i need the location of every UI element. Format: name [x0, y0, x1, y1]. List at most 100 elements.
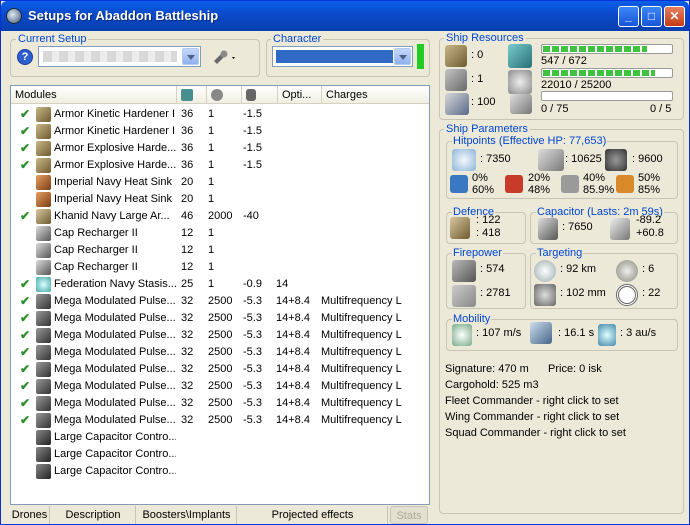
- checkmark-icon[interactable]: ✔: [20, 345, 30, 359]
- module-cpu: [181, 463, 207, 480]
- module-row[interactable]: ✔ Federation Navy Stasis... 25 1 -0.9 14: [11, 276, 429, 293]
- module-cpu: 32: [181, 329, 194, 341]
- module-row[interactable]: ✔ Khanid Navy Large Ar... 46 2000 -40: [11, 208, 429, 225]
- module-row[interactable]: ✔ Armor Explosive Harde... 36 1 -1.5: [11, 140, 429, 157]
- checkmark-icon[interactable]: ✔: [20, 379, 30, 393]
- checkmark-icon[interactable]: ✔: [20, 209, 30, 223]
- capacitor-delta-icon: [610, 218, 630, 240]
- explosive-resist-icon: [616, 175, 634, 193]
- module-row[interactable]: ✔ Armor Explosive Harde... 36 1 -1.5: [11, 157, 429, 174]
- checkmark-icon[interactable]: ✔: [20, 158, 30, 172]
- capacitor-amount: : 7650: [562, 221, 593, 233]
- hardener-icon: [36, 124, 51, 139]
- module-charges: Multifrequency L: [321, 295, 402, 307]
- column-optimal[interactable]: Opti...: [278, 86, 322, 104]
- align-time-value: : 16.1 s: [558, 327, 595, 339]
- module-row[interactable]: ✔ Mega Modulated Pulse... 32 2500 -5.3 14+8.4…: [11, 310, 429, 327]
- module-row[interactable]: ✔ Mega Modulated Pulse... 32 2500 -5.3 14+8.4…: [11, 361, 429, 378]
- fleet-commander-text[interactable]: Fleet Commander - right click to set: [445, 395, 619, 407]
- module-opt: [276, 429, 320, 446]
- current-setup-select[interactable]: [38, 46, 201, 67]
- module-row[interactable]: ✔ Mega Modulated Pulse... 32 2500 -5.3 14+8.4…: [11, 344, 429, 361]
- character-status-indicator: [417, 44, 424, 69]
- hull-resist-b: 85.9%: [583, 184, 615, 196]
- checkmark-icon[interactable]: ✔: [20, 413, 30, 427]
- checkmark-icon[interactable]: ✔: [20, 141, 30, 155]
- module-row[interactable]: ✔ Mega Modulated Pulse... 32 2500 -5.3 14+8.4…: [11, 412, 429, 429]
- capacitor-icon: [538, 218, 558, 240]
- checkmark-icon[interactable]: ✔: [20, 277, 30, 291]
- tab-description[interactable]: Description: [51, 506, 136, 524]
- chevron-down-icon[interactable]: [394, 48, 411, 65]
- module-opt: [276, 259, 320, 276]
- module-row[interactable]: Imperial Navy Heat Sink 20 1: [11, 191, 429, 208]
- module-row[interactable]: ✔ Armor Kinetic Hardener II 36 1 -1.5: [11, 123, 429, 140]
- character-label: Character: [271, 33, 324, 45]
- module-charges: [321, 276, 426, 293]
- tools-menu-button[interactable]: [212, 49, 238, 65]
- help-icon[interactable]: ?: [17, 49, 33, 65]
- hitpoints-label: Hitpoints (Effective HP: 77,653): [452, 135, 608, 147]
- armor-resist-b: 48%: [528, 184, 551, 196]
- armor-repairer-icon: [36, 209, 51, 224]
- tab-projected-effects[interactable]: Projected effects: [238, 506, 388, 524]
- column-powergrid[interactable]: [207, 86, 242, 104]
- module-row[interactable]: ✔ Mega Modulated Pulse... 32 2500 -5.3 14+8.4…: [11, 327, 429, 344]
- struct-resist-b: 85%: [638, 184, 661, 196]
- tab-stats[interactable]: Stats: [390, 506, 428, 524]
- hull-resist-a: 40%: [583, 172, 606, 184]
- shield-resist-a: 0%: [472, 172, 488, 184]
- app-icon[interactable]: [6, 8, 22, 24]
- module-row[interactable]: Cap Recharger II 12 1: [11, 242, 429, 259]
- module-row[interactable]: ✔ Mega Modulated Pulse... 32 2500 -5.3 14+8.4…: [11, 395, 429, 412]
- module-row[interactable]: Imperial Navy Heat Sink 20 1: [11, 174, 429, 191]
- checkmark-icon[interactable]: ✔: [20, 396, 30, 410]
- module-pg: 1: [208, 261, 215, 273]
- powergrid-value: 22010 / 25200: [541, 79, 612, 91]
- wing-commander-text[interactable]: Wing Commander - right click to set: [445, 411, 619, 423]
- module-cap: -5.3: [243, 312, 262, 324]
- module-opt: [276, 463, 320, 480]
- module-opt: 14+8.4: [276, 380, 310, 392]
- close-button[interactable]: ✕: [664, 6, 685, 27]
- checkmark-icon[interactable]: ✔: [20, 328, 30, 342]
- column-modules[interactable]: Modules: [11, 86, 177, 104]
- module-charges: Multifrequency L: [321, 363, 402, 375]
- structure-hp-value: : 9600: [632, 153, 663, 165]
- module-row[interactable]: Large Capacitor Contro...: [11, 429, 429, 446]
- checkmark-icon[interactable]: ✔: [20, 107, 30, 121]
- kinetic-resist-icon: [561, 175, 579, 193]
- powergrid-bar: [541, 68, 673, 78]
- align-time-icon: [530, 322, 552, 344]
- module-row[interactable]: Large Capacitor Contro...: [11, 446, 429, 463]
- module-opt: [276, 106, 320, 123]
- column-cpu[interactable]: [177, 86, 207, 104]
- maximize-button[interactable]: □: [641, 6, 662, 27]
- pulse-laser-icon: [36, 328, 51, 343]
- squad-commander-text[interactable]: Squad Commander - right click to set: [445, 427, 626, 439]
- drone-bay-value: 0 / 75: [541, 103, 569, 115]
- chevron-down-icon[interactable]: [182, 48, 199, 65]
- module-cap: [243, 225, 277, 242]
- module-cap: [243, 191, 277, 208]
- checkmark-icon[interactable]: ✔: [20, 124, 30, 138]
- title-bar[interactable]: Setups for Abaddon Battleship _ □ ✕: [1, 1, 689, 31]
- checkmark-icon[interactable]: ✔: [20, 362, 30, 376]
- character-select[interactable]: [272, 46, 413, 67]
- tab-boosters-implants[interactable]: Boosters\Implants: [137, 506, 237, 524]
- minimize-button[interactable]: _: [618, 6, 639, 27]
- tab-drones[interactable]: Drones: [10, 506, 50, 524]
- stasis-web-icon: [36, 277, 51, 292]
- module-row[interactable]: Large Capacitor Contro...: [11, 463, 429, 480]
- module-row[interactable]: Cap Recharger II 12 1: [11, 259, 429, 276]
- cpu-icon: [181, 89, 193, 101]
- module-row[interactable]: ✔ Armor Kinetic Hardener II 36 1 -1.5: [11, 106, 429, 123]
- checkmark-icon[interactable]: ✔: [20, 294, 30, 308]
- modules-list[interactable]: Modules Opti... Charges ✔ Armor Kinetic H…: [10, 85, 430, 505]
- column-capacitor[interactable]: [242, 86, 278, 104]
- checkmark-icon[interactable]: ✔: [20, 311, 30, 325]
- module-row[interactable]: Cap Recharger II 12 1: [11, 225, 429, 242]
- module-row[interactable]: ✔ Mega Modulated Pulse... 32 2500 -5.3 14+8.4…: [11, 293, 429, 310]
- column-charges[interactable]: Charges: [322, 86, 429, 104]
- module-row[interactable]: ✔ Mega Modulated Pulse... 32 2500 -5.3 14+8.4…: [11, 378, 429, 395]
